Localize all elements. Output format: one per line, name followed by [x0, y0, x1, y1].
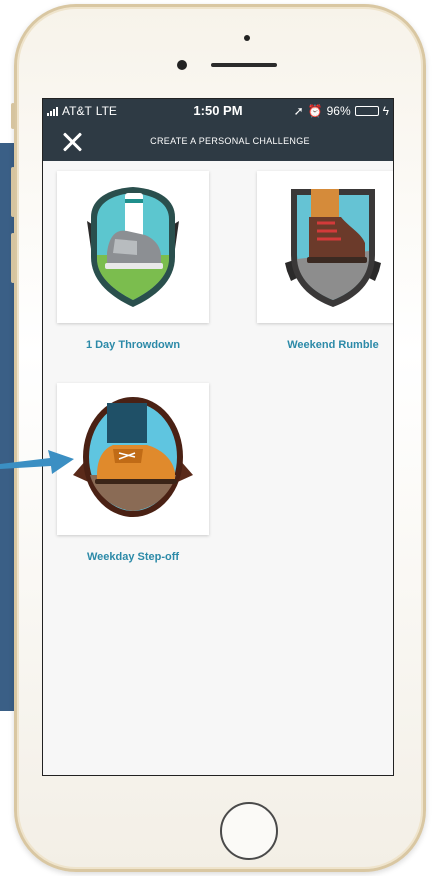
challenge-tile-weekend-rumble[interactable] — [257, 171, 393, 323]
dress-shoe-badge-icon — [73, 397, 193, 517]
app-screen: AT&T LTE 1:50 PM ➚ ⏰ 96% ϟ CREATE A PERS… — [42, 98, 394, 776]
front-camera — [177, 60, 187, 70]
battery-percent: 96% — [326, 104, 351, 118]
challenge-label[interactable]: Weekday Step-off — [48, 551, 218, 563]
volume-down-button — [11, 233, 15, 283]
sensor-dot — [244, 35, 250, 41]
sneaker-badge-icon — [87, 187, 179, 307]
mute-switch — [11, 103, 15, 129]
earpiece-speaker — [211, 63, 277, 67]
status-bar: AT&T LTE 1:50 PM ➚ ⏰ 96% ϟ — [43, 99, 393, 123]
hiking-boot-badge-icon — [285, 189, 381, 307]
battery-icon — [354, 106, 379, 116]
page-title: CREATE A PERSONAL CHALLENGE — [150, 136, 310, 146]
nav-bar: CREATE A PERSONAL CHALLENGE — [43, 123, 393, 161]
challenge-label[interactable]: Weekend Rumble — [248, 339, 393, 351]
arrow-pointer-icon — [0, 450, 74, 474]
challenge-tile-1-day-throwdown[interactable] — [57, 171, 209, 323]
home-button[interactable] — [220, 802, 278, 860]
alarm-icon: ⏰ — [307, 104, 323, 118]
charging-icon: ϟ — [382, 104, 389, 118]
location-icon: ➚ — [293, 104, 304, 118]
volume-up-button — [11, 167, 15, 217]
challenge-label[interactable]: 1 Day Throwdown — [48, 339, 218, 351]
challenge-tile-weekday-step-off[interactable] — [57, 383, 209, 535]
